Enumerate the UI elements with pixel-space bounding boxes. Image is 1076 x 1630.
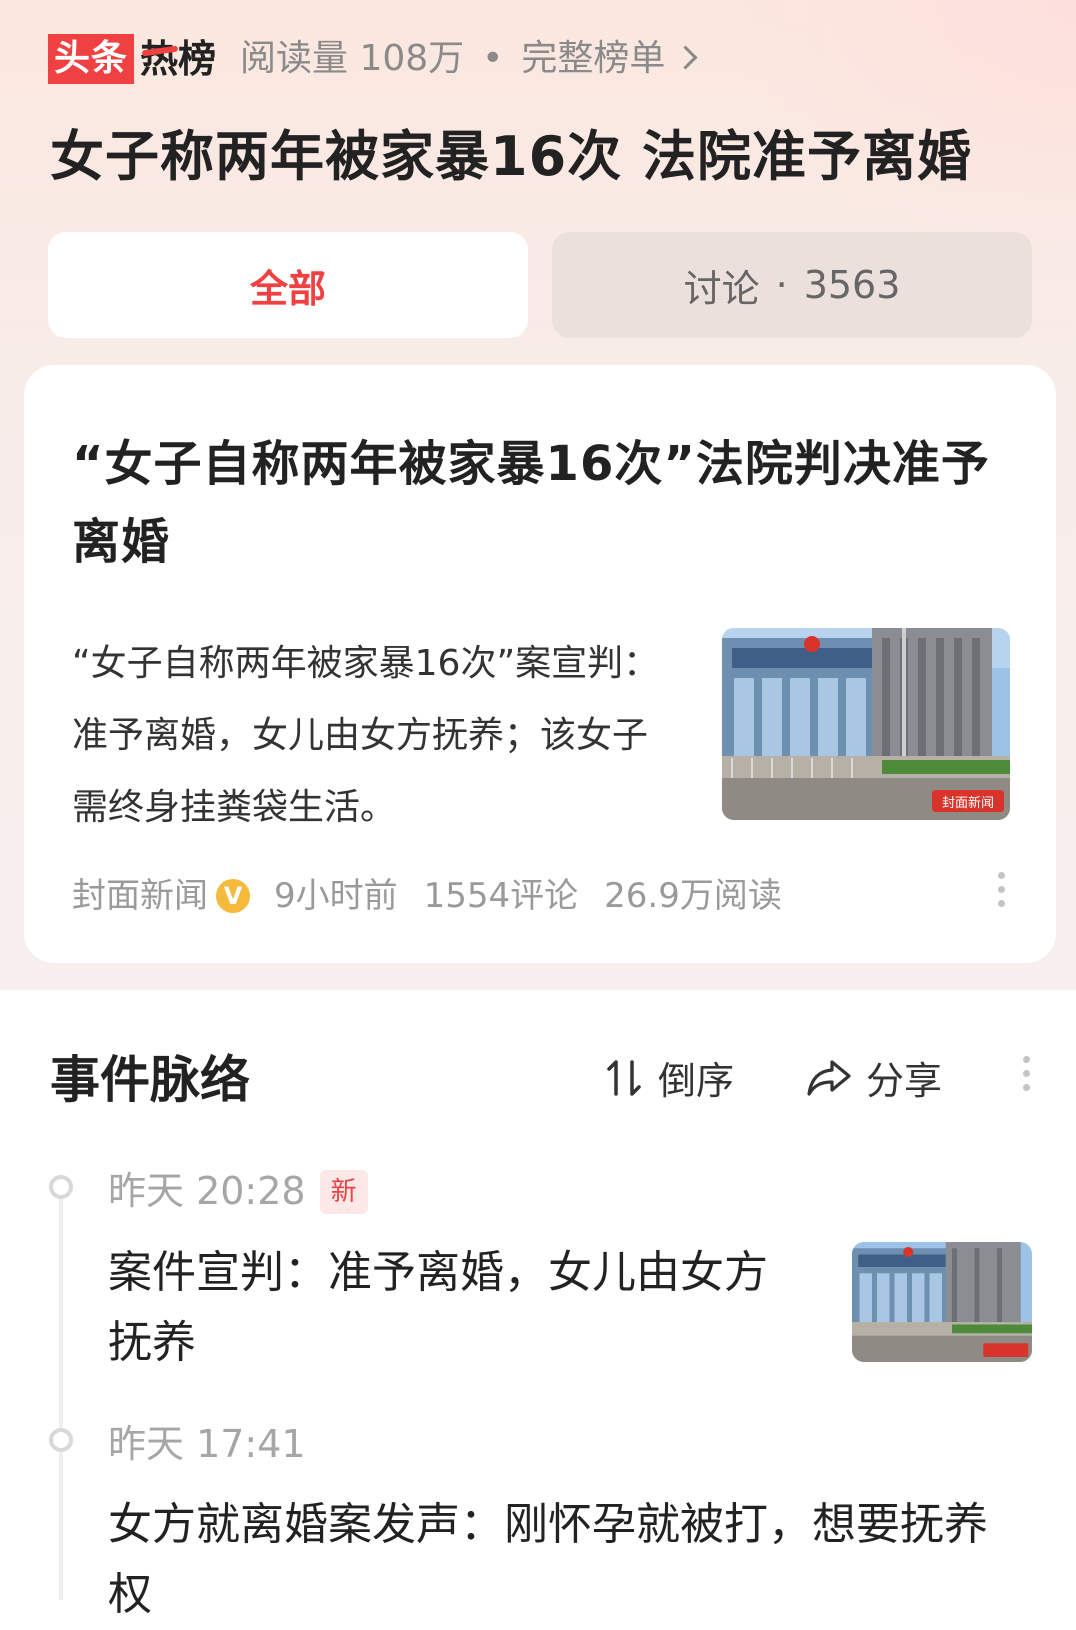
timeline-item-text[interactable]: 案件宣判：准予离婚，女儿由女方抚养 <box>108 1238 798 1378</box>
read-count: 26.9万阅读 <box>604 876 782 916</box>
hot-list-logo-text: 热榜 <box>140 37 217 81</box>
timeline-dot <box>49 1428 73 1452</box>
publish-time: 9小时前 <box>274 876 398 916</box>
article-summary[interactable]: “女子自称两年被家暴16次”案宣判：准予离婚，女儿由女方抚养；该女子需终身挂粪袋… <box>72 628 672 844</box>
article-title[interactable]: “女子自称两年被家暴16次”法院判决准予离婚 <box>72 425 1012 581</box>
svg-text:封面新闻: 封面新闻 <box>942 795 994 811</box>
comment-count: 1554评论 <box>423 876 579 916</box>
tab-discussion[interactable]: 讨论 · 3563 <box>552 232 1032 338</box>
timeline-item-time: 昨天 20:28 新 <box>108 1160 368 1215</box>
reads-and-full-list: 阅读量 108万 • 完整榜单 <box>240 34 698 84</box>
share-icon <box>807 1059 851 1096</box>
article-thumbnail[interactable]: 封面新闻 <box>722 628 1010 820</box>
timeline-dot <box>49 1175 73 1199</box>
courthouse-image: 封面新闻 <box>722 628 1010 820</box>
timeline-item-time: 昨天 17:41 <box>108 1422 306 1466</box>
timeline-item-text[interactable]: 女方就离婚案发声：刚怀孕就被打，想要抚养权 <box>108 1490 1028 1630</box>
timeline-line <box>59 1175 63 1600</box>
sort-order-icon <box>607 1059 641 1096</box>
article-meta: 封面新闻 V 9小时前 1554评论 26.9万阅读 <box>72 870 808 922</box>
sort-order-label: 倒序 <box>658 1059 735 1103</box>
verified-icon: V <box>216 879 250 913</box>
time-text: 昨天 20:28 <box>108 1169 306 1213</box>
timeline-more-icon[interactable] <box>1021 1056 1031 1098</box>
page-title: 女子称两年被家暴16次 法院准予离婚 <box>50 125 972 188</box>
tab-all[interactable]: 全部 <box>48 232 528 338</box>
share-label: 分享 <box>866 1059 943 1103</box>
toutiao-logo: 头条 <box>48 34 134 84</box>
separator-dot: • <box>482 38 504 79</box>
full-list-link[interactable]: 完整榜单 <box>521 38 665 79</box>
sort-order-button[interactable]: 倒序 <box>606 1050 734 1105</box>
tab-all-label: 全部 <box>249 266 326 311</box>
new-badge: 新 <box>319 1170 368 1214</box>
source-name[interactable]: 封面新闻 <box>72 870 208 922</box>
share-button[interactable]: 分享 <box>806 1050 942 1105</box>
reads-count: 阅读量 108万 <box>240 38 465 79</box>
article-more-icon[interactable] <box>996 872 1006 914</box>
chevron-right-icon[interactable] <box>673 45 698 70</box>
timeline-title: 事件脉络 <box>50 1051 250 1109</box>
courthouse-image-small <box>852 1242 1032 1362</box>
hot-list-logo: 热榜 <box>140 34 216 84</box>
timeline-item-thumbnail[interactable] <box>852 1242 1032 1362</box>
tab-discussion-count: 3563 <box>803 263 901 307</box>
tab-separator: · <box>775 263 788 307</box>
tab-discussion-label: 讨论 <box>683 266 760 311</box>
